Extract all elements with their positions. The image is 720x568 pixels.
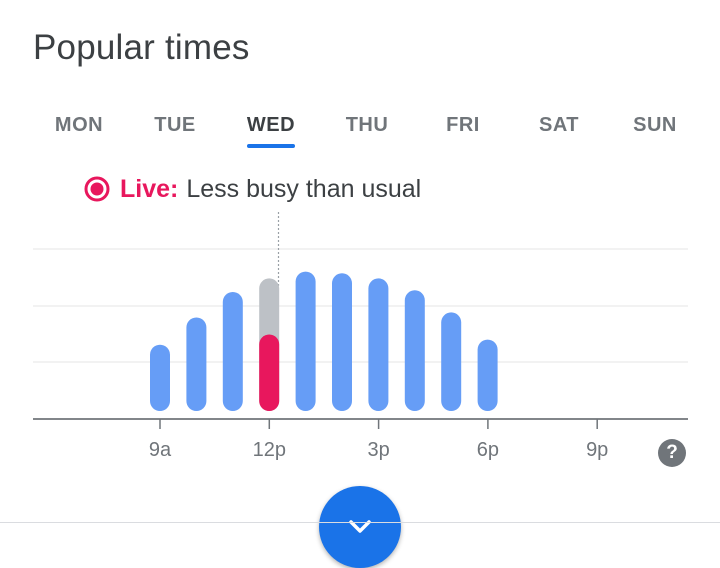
- x-tick-label: 6p: [477, 439, 499, 461]
- bar-5p: [441, 312, 462, 411]
- popular-times-chart: 9a 12p 3p 6p 9p: [33, 212, 688, 461]
- live-bar: [259, 334, 280, 411]
- bottom-divider: [0, 522, 720, 523]
- bar-6p: [477, 339, 498, 411]
- x-tick-label: 3p: [367, 439, 389, 461]
- bar-2p: [332, 273, 352, 411]
- bar-4p: [404, 290, 425, 411]
- x-tick-label: 9a: [149, 439, 172, 461]
- bar-11a: [222, 292, 243, 411]
- chevron-down-icon: [349, 520, 371, 533]
- bar-1p: [295, 271, 316, 411]
- bar-10a: [186, 317, 207, 411]
- bar-3p: [368, 278, 389, 411]
- bar-9a: [150, 344, 170, 411]
- x-tick-label: 12p: [253, 439, 286, 461]
- expand-button[interactable]: [319, 486, 401, 568]
- help-button[interactable]: ?: [658, 439, 686, 467]
- x-tick-label: 9p: [586, 439, 608, 461]
